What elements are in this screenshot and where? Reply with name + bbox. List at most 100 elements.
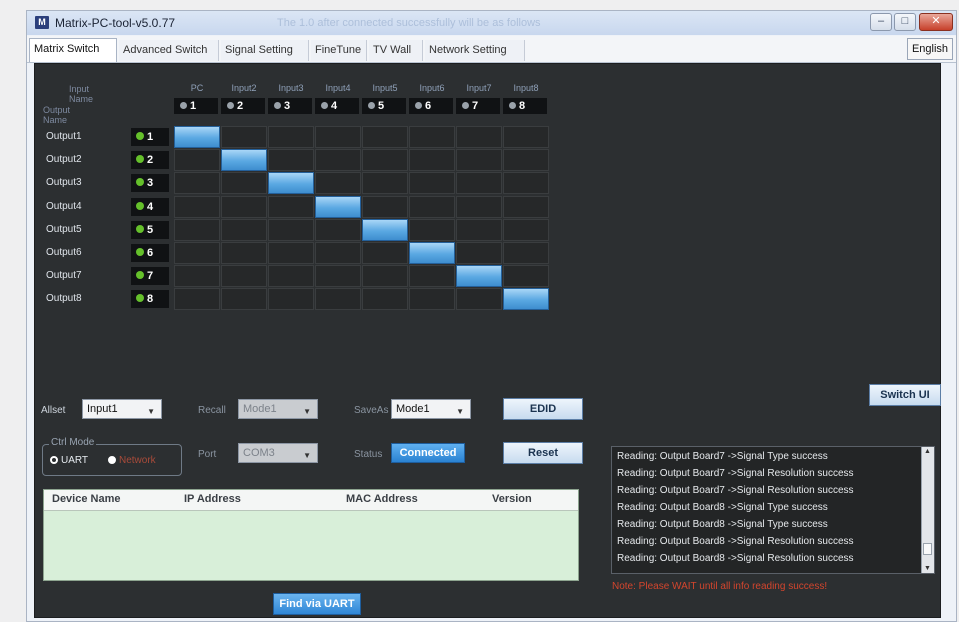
matrix-cell-o4-i8[interactable] [503,195,549,218]
matrix-cell-o1-i1[interactable] [174,126,220,148]
scroll-thumb[interactable] [923,543,932,555]
matrix-cell-o4-i2[interactable] [221,195,267,218]
matrix-cell-o7-i4[interactable] [315,265,361,288]
matrix-cell-o8-i4[interactable] [315,288,361,311]
scroll-down-icon[interactable]: ▼ [924,565,931,572]
matrix-cell-o5-i3[interactable] [268,218,314,241]
output-button-8[interactable]: 8 [131,290,169,309]
matrix-cell-o3-i5[interactable] [362,172,408,195]
matrix-cell-o6-i3[interactable] [268,242,314,264]
matrix-cell-o6-i4[interactable] [315,242,361,264]
matrix-cell-o7-i5[interactable] [362,265,408,288]
tab-finetune[interactable]: FineTune [311,40,367,61]
tab-network-setting[interactable]: Network Setting [425,40,525,61]
matrix-cell-o3-i1[interactable] [174,172,220,195]
input-button-8[interactable]: 8 [503,98,547,114]
port-select[interactable]: COM3 ▼ [238,443,318,463]
matrix-cell-o6-i1[interactable] [174,242,220,264]
matrix-cell-o2-i3[interactable] [268,149,314,172]
matrix-cell-o8-i6[interactable] [409,288,455,311]
matrix-cell-o4-i7[interactable] [456,195,502,218]
matrix-cell-o6-i5[interactable] [362,242,408,264]
input-button-4[interactable]: 4 [315,98,359,114]
scroll-up-icon[interactable]: ▲ [924,448,931,455]
uart-radio[interactable]: UART [50,455,88,466]
matrix-cell-o5-i2[interactable] [221,218,267,241]
matrix-cell-o2-i6[interactable] [409,149,455,172]
matrix-cell-o6-i8[interactable] [503,242,549,264]
input-button-6[interactable]: 6 [409,98,453,114]
matrix-cell-o7-i2[interactable] [221,265,267,288]
matrix-cell-o3-i6[interactable] [409,172,455,195]
input-button-2[interactable]: 2 [221,98,265,114]
input-button-1[interactable]: 1 [174,98,218,114]
log-scrollbar[interactable]: ▲ ▼ [921,447,934,573]
allset-select[interactable]: Input1 ▼ [82,399,162,419]
matrix-cell-o1-i5[interactable] [362,126,408,148]
tab-advanced-switch[interactable]: Advanced Switch [119,40,219,61]
matrix-cell-o5-i5[interactable] [362,218,408,241]
matrix-cell-o2-i5[interactable] [362,149,408,172]
matrix-cell-o1-i3[interactable] [268,126,314,148]
maximize-icon[interactable]: □ [894,13,916,31]
matrix-cell-o4-i3[interactable] [268,195,314,218]
matrix-cell-o3-i8[interactable] [503,172,549,195]
matrix-cell-o2-i1[interactable] [174,149,220,172]
matrix-cell-o4-i5[interactable] [362,195,408,218]
matrix-cell-o3-i7[interactable] [456,172,502,195]
matrix-cell-o2-i8[interactable] [503,149,549,172]
matrix-cell-o8-i7[interactable] [456,288,502,311]
tab-signal-setting[interactable]: Signal Setting [221,40,309,61]
find-via-uart-button[interactable]: Find via UART [273,593,361,615]
input-button-5[interactable]: 5 [362,98,406,114]
matrix-cell-o2-i2[interactable] [221,149,267,172]
matrix-cell-o8-i3[interactable] [268,288,314,311]
matrix-cell-o1-i6[interactable] [409,126,455,148]
matrix-cell-o5-i6[interactable] [409,218,455,241]
edid-button[interactable]: EDID [503,398,583,420]
matrix-cell-o4-i6[interactable] [409,195,455,218]
network-radio[interactable]: Network [108,455,156,466]
output-button-7[interactable]: 7 [131,267,169,286]
output-button-3[interactable]: 3 [131,174,169,193]
matrix-cell-o5-i4[interactable] [315,218,361,241]
matrix-cell-o2-i4[interactable] [315,149,361,172]
output-button-2[interactable]: 2 [131,151,169,170]
matrix-cell-o4-i1[interactable] [174,195,220,218]
reset-button[interactable]: Reset [503,442,583,464]
output-button-5[interactable]: 5 [131,220,169,239]
tab-tv-wall[interactable]: TV Wall [369,40,423,61]
matrix-cell-o5-i1[interactable] [174,218,220,241]
matrix-cell-o8-i2[interactable] [221,288,267,311]
matrix-cell-o7-i3[interactable] [268,265,314,288]
matrix-cell-o3-i2[interactable] [221,172,267,195]
matrix-cell-o7-i7[interactable] [456,265,502,288]
matrix-cell-o1-i8[interactable] [503,126,549,148]
input-button-3[interactable]: 3 [268,98,312,114]
close-icon[interactable]: ✕ [919,13,953,31]
matrix-cell-o8-i1[interactable] [174,288,220,311]
switch-ui-button[interactable]: Switch UI [869,384,941,406]
matrix-cell-o4-i4[interactable] [315,195,361,218]
saveas-select[interactable]: Mode1 ▼ [391,399,471,419]
matrix-cell-o6-i7[interactable] [456,242,502,264]
log-box[interactable]: ▲ ▼ Reading: Output Board7 ->Signal Type… [611,446,935,574]
output-button-6[interactable]: 6 [131,244,169,262]
matrix-cell-o7-i1[interactable] [174,265,220,288]
matrix-cell-o1-i4[interactable] [315,126,361,148]
device-table[interactable]: Device Name IP Address MAC Address Versi… [43,489,579,581]
input-button-7[interactable]: 7 [456,98,500,114]
matrix-cell-o1-i2[interactable] [221,126,267,148]
matrix-cell-o3-i4[interactable] [315,172,361,195]
matrix-cell-o6-i6[interactable] [409,242,455,264]
matrix-cell-o5-i8[interactable] [503,218,549,241]
matrix-cell-o6-i2[interactable] [221,242,267,264]
minimize-icon[interactable]: – [870,13,892,31]
language-button[interactable]: English [907,38,953,60]
recall-select[interactable]: Mode1 ▼ [238,399,318,419]
matrix-cell-o3-i3[interactable] [268,172,314,195]
output-button-4[interactable]: 4 [131,197,169,216]
matrix-cell-o5-i7[interactable] [456,218,502,241]
matrix-cell-o7-i6[interactable] [409,265,455,288]
matrix-cell-o1-i7[interactable] [456,126,502,148]
